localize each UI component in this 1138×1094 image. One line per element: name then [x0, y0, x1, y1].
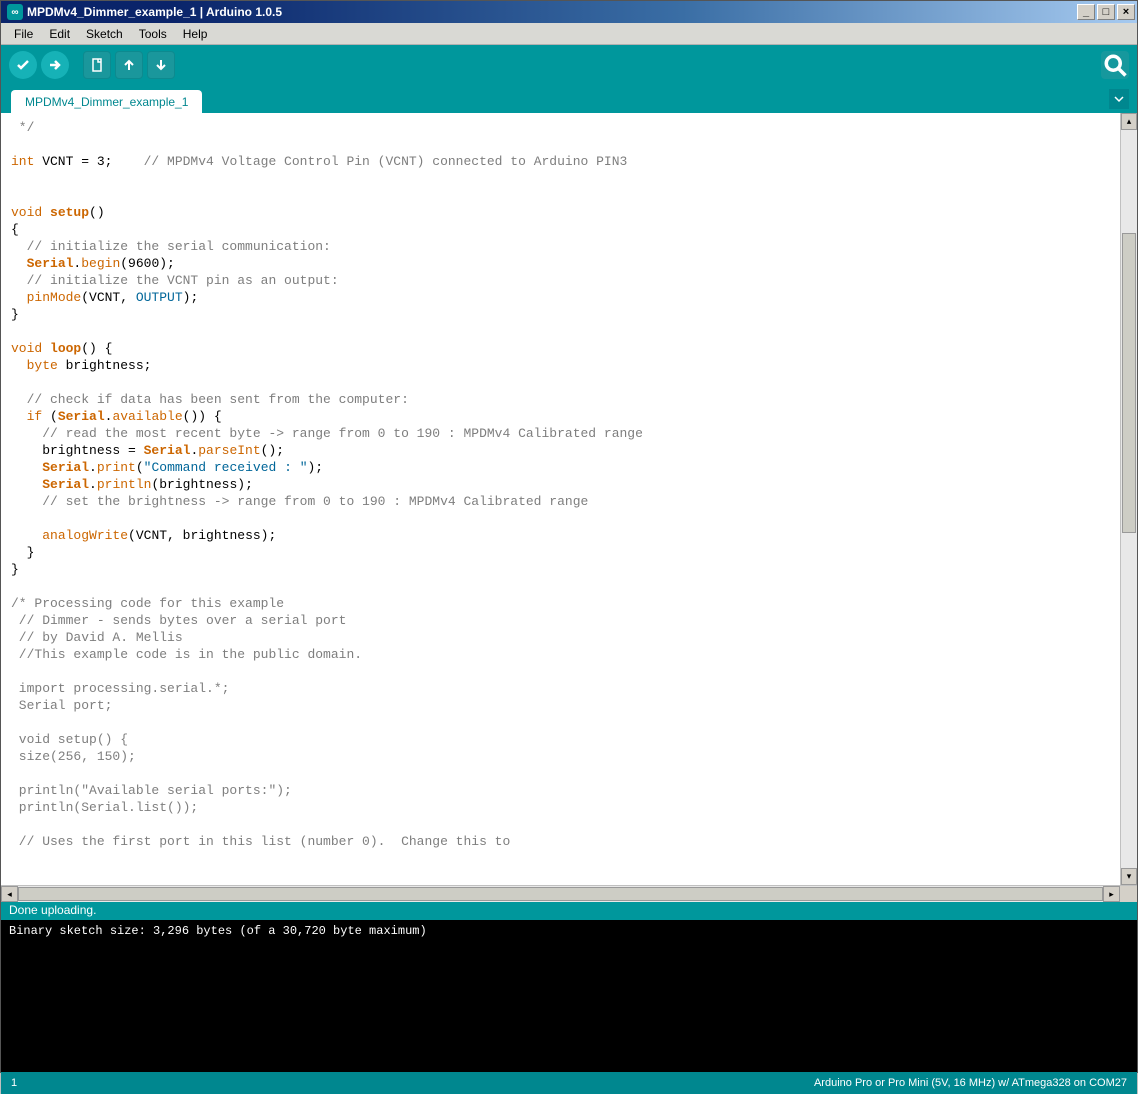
tab-sketch[interactable]: MPDMv4_Dimmer_example_1 — [11, 90, 202, 113]
hscroll-thumb[interactable] — [18, 887, 1103, 901]
code-text: */ — [11, 120, 34, 135]
tab-menu-button[interactable] — [1109, 89, 1129, 109]
vertical-scrollbar[interactable]: ▴ ▾ — [1120, 113, 1137, 885]
menu-tools[interactable]: Tools — [132, 25, 174, 43]
menu-edit[interactable]: Edit — [42, 25, 77, 43]
verify-button[interactable] — [9, 51, 37, 79]
minimize-button[interactable]: _ — [1077, 4, 1095, 20]
menu-help[interactable]: Help — [176, 25, 215, 43]
menu-file[interactable]: File — [7, 25, 40, 43]
chevron-down-icon — [1114, 94, 1124, 104]
line-number-indicator: 1 — [11, 1077, 17, 1089]
code-editor[interactable]: */ int VCNT = 3; // MPDMv4 Voltage Contr… — [1, 113, 1120, 885]
new-button[interactable] — [83, 51, 111, 79]
arrow-right-icon — [47, 57, 63, 73]
status-bar: Done uploading. — [1, 902, 1137, 920]
scroll-corner — [1120, 886, 1137, 902]
upload-button[interactable] — [41, 51, 69, 79]
scroll-down-button[interactable]: ▾ — [1121, 868, 1137, 885]
arduino-app-icon: ∞ — [7, 4, 23, 20]
arrow-down-icon — [153, 57, 169, 73]
scroll-up-button[interactable]: ▴ — [1121, 113, 1137, 130]
maximize-button[interactable]: □ — [1097, 4, 1115, 20]
horizontal-scrollbar[interactable]: ◂ ▸ — [1, 885, 1137, 902]
board-port-info: Arduino Pro or Pro Mini (5V, 16 MHz) w/ … — [814, 1077, 1127, 1089]
close-button[interactable]: × — [1117, 4, 1135, 20]
toolbar — [1, 45, 1137, 85]
open-button[interactable] — [115, 51, 143, 79]
scroll-right-button[interactable]: ▸ — [1103, 886, 1120, 902]
menu-bar: File Edit Sketch Tools Help — [1, 23, 1137, 45]
console-output[interactable]: Binary sketch size: 3,296 bytes (of a 30… — [1, 920, 1137, 1072]
bottom-bar: 1 Arduino Pro or Pro Mini (5V, 16 MHz) w… — [1, 1072, 1137, 1094]
scroll-thumb[interactable] — [1122, 233, 1136, 533]
status-message: Done uploading. — [9, 903, 96, 917]
window-titlebar: ∞ MPDMv4_Dimmer_example_1 | Arduino 1.0.… — [1, 1, 1137, 23]
arrow-up-icon — [121, 57, 137, 73]
window-title: MPDMv4_Dimmer_example_1 | Arduino 1.0.5 — [27, 5, 1077, 19]
scroll-left-button[interactable]: ◂ — [1, 886, 18, 902]
tab-bar: MPDMv4_Dimmer_example_1 — [1, 85, 1137, 113]
console-line: Binary sketch size: 3,296 bytes (of a 30… — [9, 924, 427, 938]
file-new-icon — [89, 57, 105, 73]
serial-monitor-button[interactable] — [1101, 51, 1129, 79]
menu-sketch[interactable]: Sketch — [79, 25, 130, 43]
save-button[interactable] — [147, 51, 175, 79]
editor-area: */ int VCNT = 3; // MPDMv4 Voltage Contr… — [1, 113, 1137, 885]
magnifier-icon — [1101, 51, 1129, 79]
check-icon — [15, 57, 31, 73]
